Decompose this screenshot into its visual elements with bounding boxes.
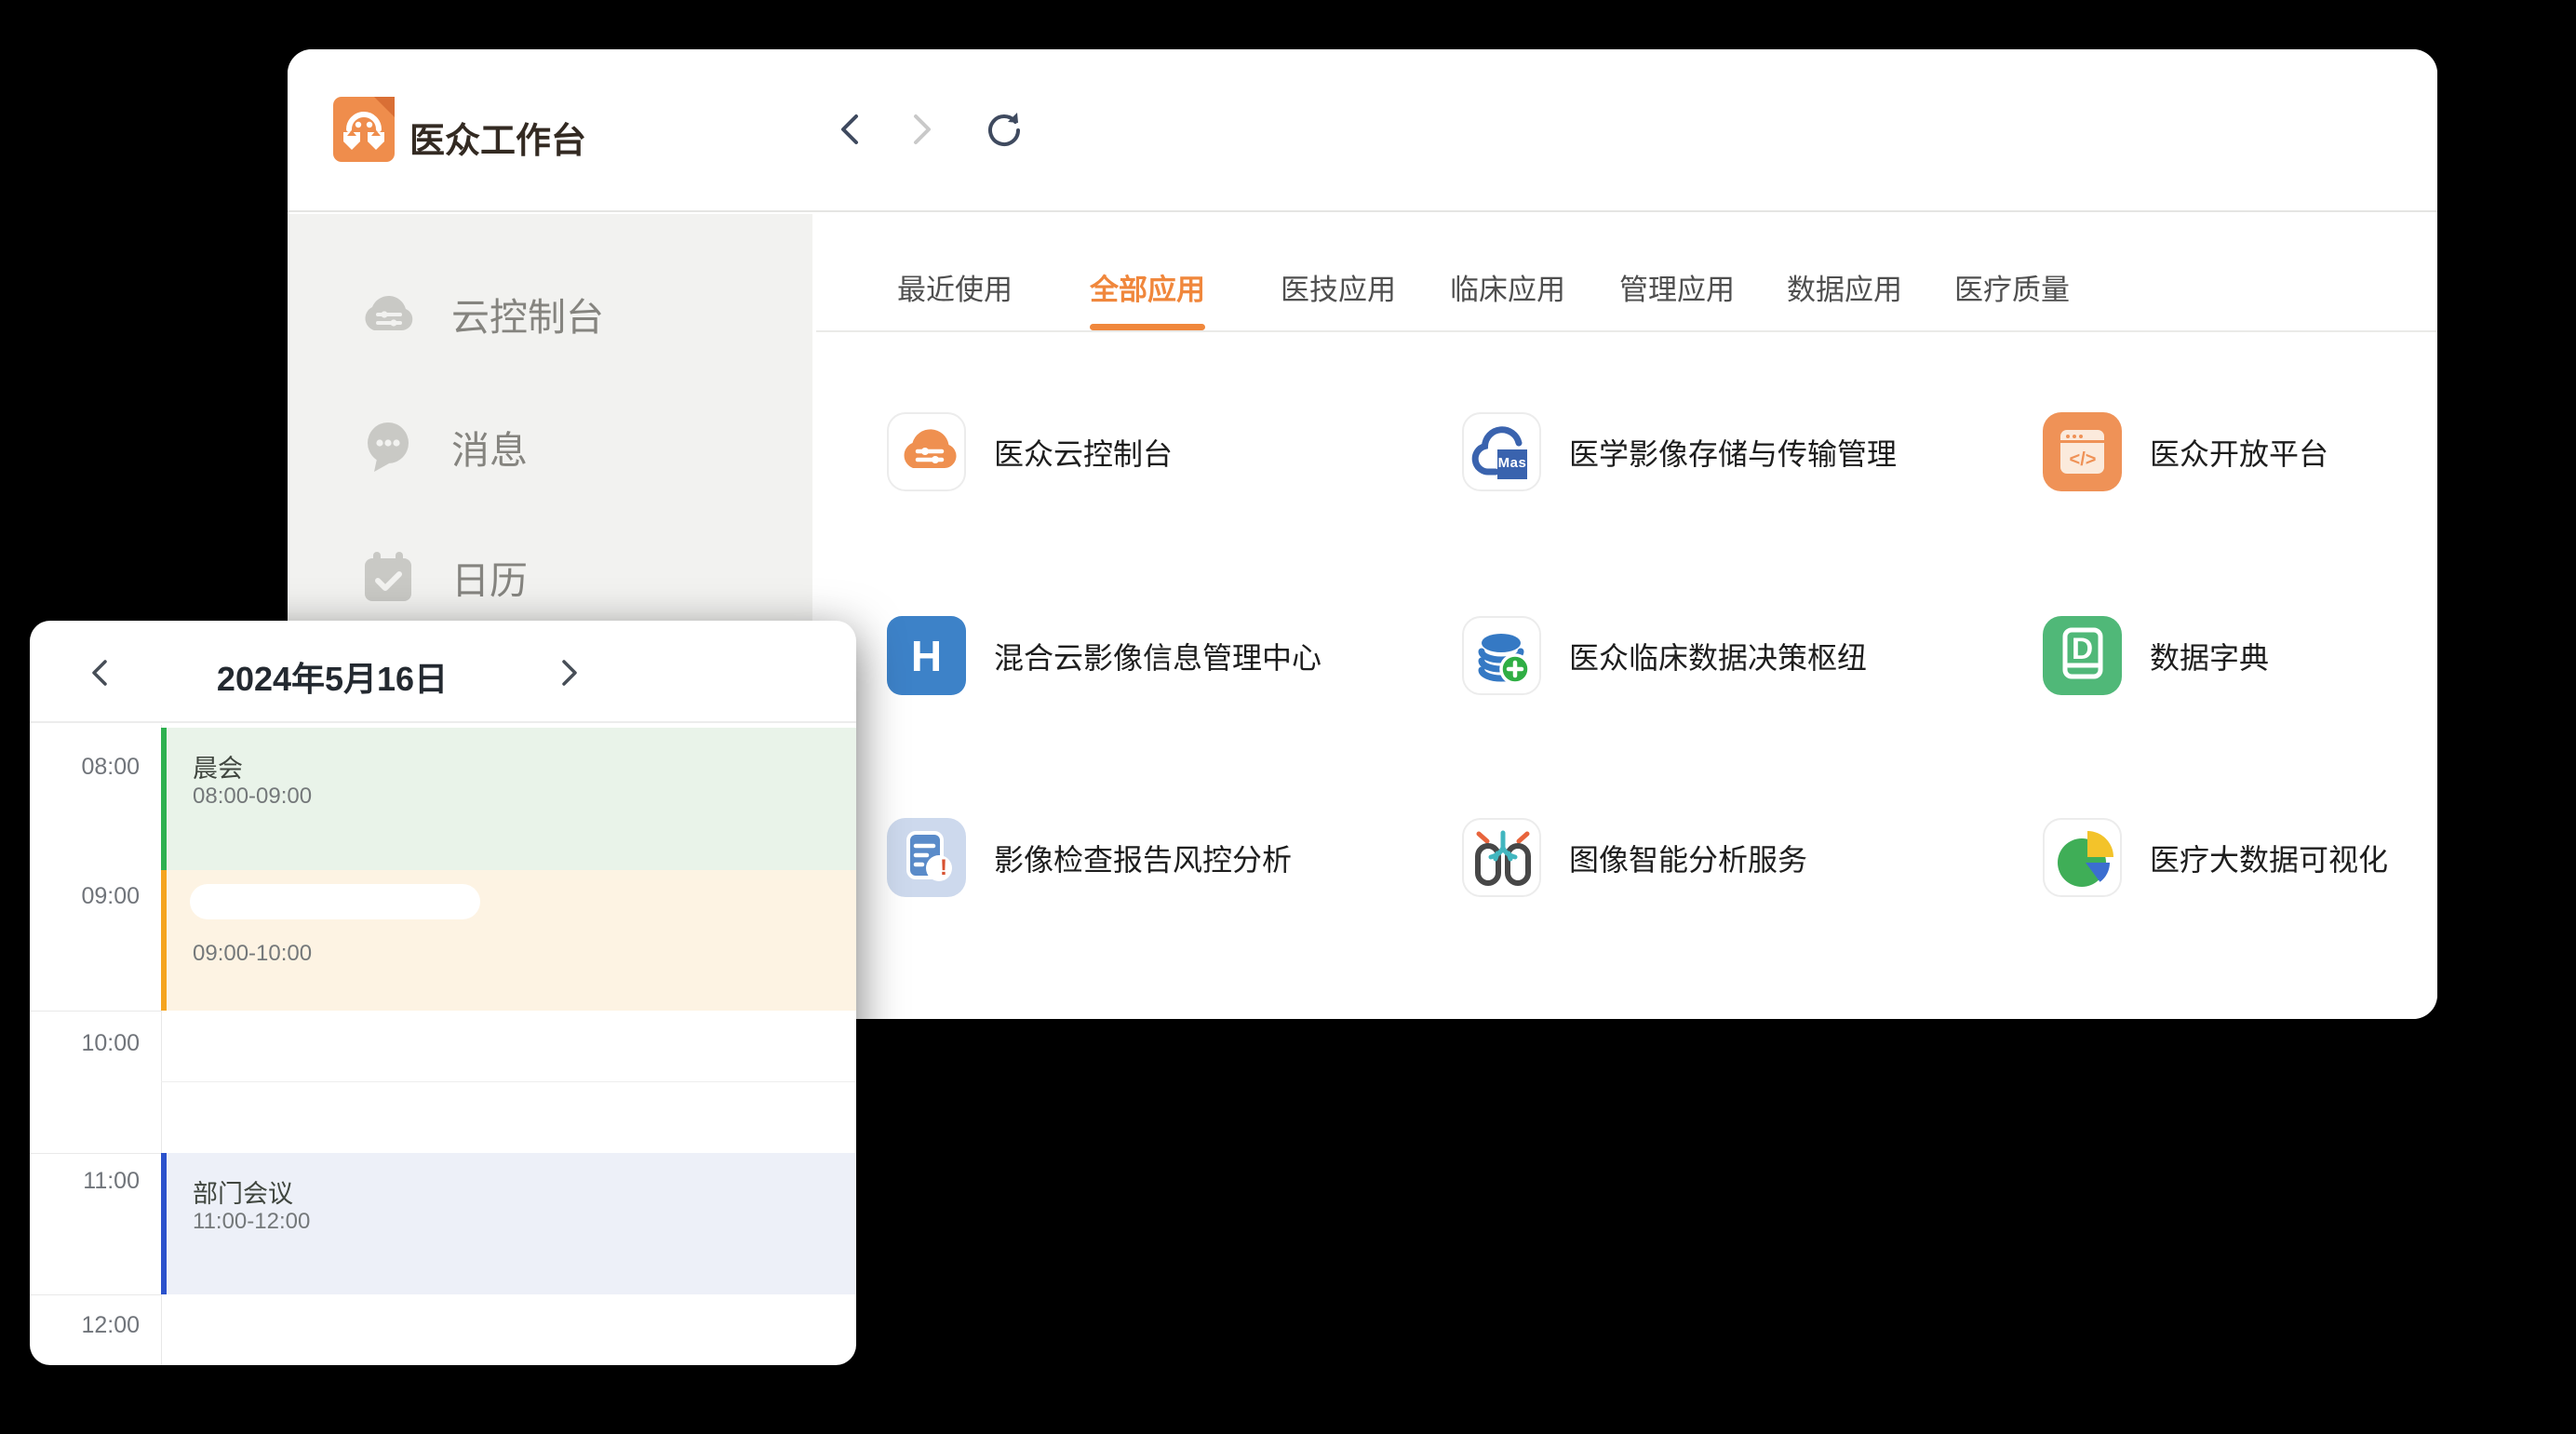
calendar-icon xyxy=(358,547,418,607)
tab-divider xyxy=(816,330,2437,332)
time-label: 09:00 xyxy=(30,883,140,910)
cloud-console-icon xyxy=(887,412,966,491)
app-hybrid-cloud-center[interactable]: H 混合云影像信息管理中心 xyxy=(887,616,1322,695)
data-dictionary-icon: D xyxy=(2043,616,2122,695)
calendar-date-title: 2024年5月16日 xyxy=(160,652,504,701)
app-report-risk-analysis[interactable]: ! 影像检查报告风控分析 xyxy=(887,818,1292,897)
app-label: 医众临床数据决策枢纽 xyxy=(1569,635,1867,677)
message-icon xyxy=(358,417,418,476)
sidebar-item-label: 云控制台 xyxy=(451,286,604,342)
app-title: 医众工作台 xyxy=(409,112,586,163)
tab-recent[interactable]: 最近使用 xyxy=(897,266,1013,308)
clinical-database-icon xyxy=(1462,616,1541,695)
sidebar-item-messages[interactable]: 消息 xyxy=(288,407,812,487)
app-open-platform[interactable]: </> 医众开放平台 xyxy=(2043,412,2328,491)
app-label: 图像智能分析服务 xyxy=(1569,837,1807,879)
sidebar-item-calendar[interactable]: 日历 xyxy=(288,537,812,617)
app-data-dictionary[interactable]: D 数据字典 xyxy=(2043,616,2269,695)
gridline xyxy=(30,1294,161,1295)
calendar-header: 2024年5月16日 xyxy=(30,621,856,723)
mas-cloud-icon: Mas xyxy=(1462,412,1541,491)
event-title: 晨会 xyxy=(193,748,243,784)
calendar-body: 08:00 09:00 10:00 11:00 12:00 晨会 08:00-0… xyxy=(30,725,856,1365)
tab-quality[interactable]: 医疗质量 xyxy=(1954,266,2070,308)
stage: 医众工作台 xyxy=(0,0,2576,1434)
tab-all-apps[interactable]: 全部应用 xyxy=(1090,266,1205,308)
lungs-ai-icon xyxy=(1462,818,1541,897)
app-label: 混合云影像信息管理中心 xyxy=(994,635,1322,677)
app-clinical-data-hub[interactable]: 医众临床数据决策枢纽 xyxy=(1462,616,1867,695)
report-risk-icon: ! xyxy=(887,818,966,897)
event-morning-meeting[interactable]: 晨会 08:00-09:00 xyxy=(161,728,856,870)
open-platform-icon: </> xyxy=(2043,412,2122,491)
calendar-prev-button[interactable] xyxy=(81,654,118,691)
app-medical-image-storage[interactable]: Mas 医学影像存储与传输管理 xyxy=(1462,412,1897,491)
time-label: 12:00 xyxy=(30,1312,140,1339)
code-badge: </> xyxy=(2059,449,2106,471)
time-label: 10:00 xyxy=(30,1030,140,1057)
tab-medtech[interactable]: 医技应用 xyxy=(1281,266,1396,308)
event-unnamed[interactable]: 09:00-10:00 xyxy=(161,870,856,1011)
sidebar-item-label: 日历 xyxy=(451,549,528,605)
exclamation-badge: ! xyxy=(931,855,957,881)
app-label: 数据字典 xyxy=(2150,635,2269,677)
event-title-placeholder xyxy=(190,884,480,919)
app-label: 医疗大数据可视化 xyxy=(2150,837,2388,879)
sidebar-item-cloud-console[interactable]: 云控制台 xyxy=(288,274,812,354)
tab-admin[interactable]: 管理应用 xyxy=(1619,266,1735,308)
h-badge: H xyxy=(887,631,966,681)
event-time: 08:00-09:00 xyxy=(193,784,312,810)
app-image-ai-service[interactable]: 图像智能分析服务 xyxy=(1462,818,1807,897)
forward-button[interactable] xyxy=(901,108,944,151)
tab-data[interactable]: 数据应用 xyxy=(1787,266,1902,308)
event-department-meeting[interactable]: 部门会议 11:00-12:00 xyxy=(161,1153,856,1294)
gridline xyxy=(30,1153,161,1154)
sidebar-item-label: 消息 xyxy=(451,419,528,475)
time-label: 08:00 xyxy=(30,754,140,781)
app-big-data-visualization[interactable]: 医疗大数据可视化 xyxy=(2043,818,2388,897)
app-label: 医学影像存储与传输管理 xyxy=(1569,431,1897,474)
event-title: 部门会议 xyxy=(193,1173,293,1210)
event-time: 09:00-10:00 xyxy=(193,941,312,967)
app-logo-icon xyxy=(333,97,395,162)
d-badge: D xyxy=(2043,632,2122,666)
gridline xyxy=(30,1011,161,1012)
back-button[interactable] xyxy=(828,108,871,151)
content-area: 最近使用 全部应用 医技应用 临床应用 管理应用 数据应用 医疗质量 xyxy=(812,214,2437,1019)
hybrid-cloud-icon: H xyxy=(887,616,966,695)
event-time: 11:00-12:00 xyxy=(193,1209,310,1235)
titlebar: 医众工作台 xyxy=(288,49,2437,212)
app-label: 医众开放平台 xyxy=(2150,431,2328,474)
tab-clinical[interactable]: 临床应用 xyxy=(1450,266,1565,308)
time-label: 11:00 xyxy=(30,1168,140,1195)
cloud-console-icon xyxy=(358,284,418,343)
app-cloud-console[interactable]: 医众云控制台 xyxy=(887,412,1173,491)
app-label: 医众云控制台 xyxy=(994,431,1173,474)
pie-chart-icon xyxy=(2043,818,2122,897)
mas-badge: Mas xyxy=(1497,455,1527,471)
calendar-next-button[interactable] xyxy=(551,654,588,691)
calendar-panel: 2024年5月16日 08:00 09:00 10:00 11:00 12:00… xyxy=(30,621,856,1365)
app-label: 影像检查报告风控分析 xyxy=(994,837,1292,879)
active-tab-underline xyxy=(1090,324,1205,330)
refresh-button[interactable] xyxy=(983,108,1026,151)
gridline xyxy=(161,1081,856,1082)
